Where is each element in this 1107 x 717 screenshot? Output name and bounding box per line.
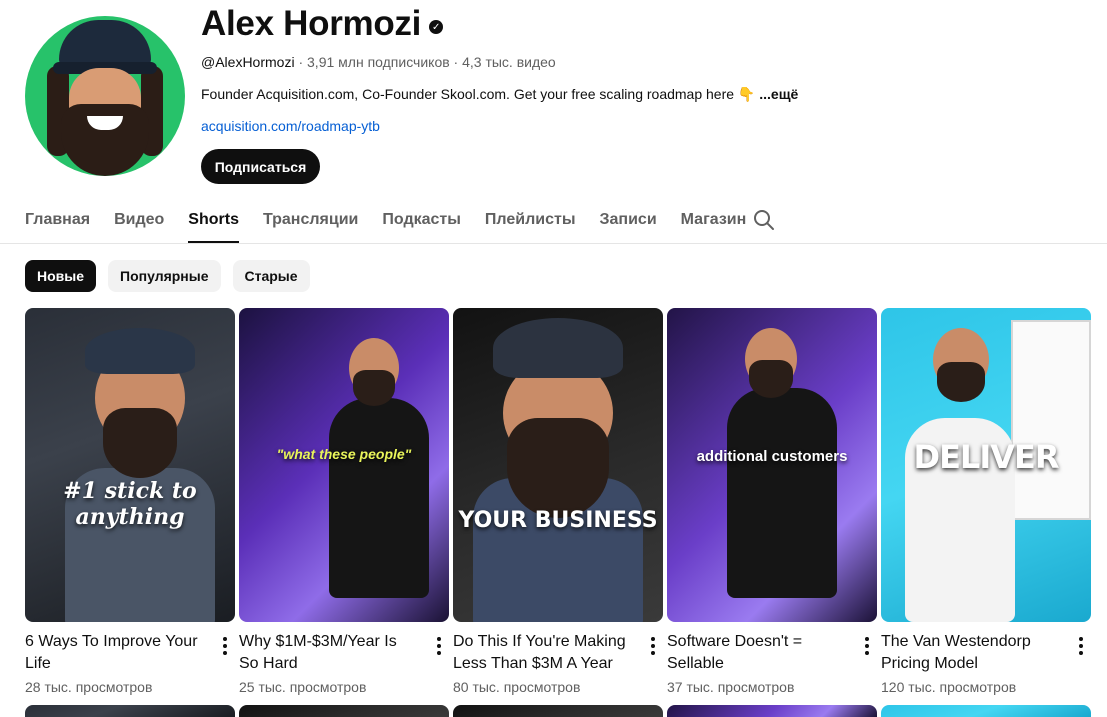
short-thumbnail[interactable]: "what these people" (239, 308, 449, 622)
channel-handle: @AlexHormozi (201, 54, 295, 70)
short-caption: DELIVER (913, 438, 1060, 476)
channel-meta: @AlexHormozi · 3,91 млн подписчиков · 4,… (201, 54, 556, 70)
short-card[interactable]: DELIVER The Van Westendorp Pricing Model… (881, 308, 1091, 695)
more-button[interactable]: ...ещё (759, 86, 798, 102)
channel-name: Alex Hormozi ✓ (201, 4, 444, 44)
short-thumbnail[interactable]: YOUR BUSINESS (453, 308, 663, 622)
short-views: 80 тыс. просмотров (453, 679, 581, 695)
short-views: 25 тыс. просмотров (239, 679, 367, 695)
more-vert-icon[interactable] (1071, 631, 1091, 675)
channel-link[interactable]: acquisition.com/roadmap-ytb (201, 118, 380, 134)
tab-3[interactable]: Трансляции (263, 198, 358, 243)
short-thumbnail[interactable]: #1 stick to anything (25, 308, 235, 622)
shorts-grid: #1 stick to anything 6 Ways To Improve Y… (25, 308, 1091, 695)
short-thumbnail[interactable]: additional customers (667, 308, 877, 622)
short-views: 120 тыс. просмотров (881, 679, 1017, 695)
shorts-grid-row-2 (25, 705, 1091, 717)
more-vert-icon[interactable] (857, 631, 877, 675)
short-thumbnail[interactable] (453, 705, 663, 717)
tab-0[interactable]: Главная (25, 198, 90, 243)
sort-chip[interactable]: Старые (232, 260, 310, 292)
whiteboard (1011, 320, 1091, 520)
channel-avatar[interactable] (25, 16, 185, 176)
more-vert-icon[interactable] (643, 631, 663, 675)
short-thumbnail[interactable] (667, 705, 877, 717)
short-thumbnail[interactable] (25, 705, 235, 717)
short-thumbnail[interactable] (881, 705, 1091, 717)
short-views: 37 тыс. просмотров (667, 679, 795, 695)
short-card[interactable]: #1 stick to anything 6 Ways To Improve Y… (25, 308, 235, 695)
channel-description[interactable]: Founder Acquisition.com, Co-Founder Skoo… (201, 86, 798, 103)
channel-stats: · 3,91 млн подписчиков · 4,3 тыс. видео (294, 54, 556, 70)
short-thumbnail[interactable] (239, 705, 449, 717)
short-caption: "what these people" (276, 446, 412, 462)
search-icon[interactable] (752, 208, 776, 232)
tab-7[interactable]: Магазин (681, 198, 747, 243)
more-vert-icon[interactable] (429, 631, 449, 675)
sort-chip[interactable]: Популярные (108, 260, 221, 292)
tab-5[interactable]: Плейлисты (485, 198, 576, 243)
short-card[interactable]: additional customers Software Doesn't = … (667, 308, 877, 695)
verified-icon: ✓ (429, 20, 444, 34)
short-views: 28 тыс. просмотров (25, 679, 153, 695)
short-title[interactable]: The Van Westendorp Pricing Model (881, 631, 1061, 675)
short-card[interactable]: "what these people" Why $1M-$3M/Year Is … (239, 308, 449, 695)
channel-name-text: Alex Hormozi (201, 4, 422, 43)
tabs-divider (0, 243, 1107, 244)
tab-4[interactable]: Подкасты (382, 198, 461, 243)
short-card[interactable]: YOUR BUSINESS Do This If You're Making L… (453, 308, 663, 695)
short-title[interactable]: Do This If You're Making Less Than $3M A… (453, 631, 633, 675)
tab-2[interactable]: Shorts (188, 198, 239, 243)
channel-description-text: Founder Acquisition.com, Co-Founder Skoo… (201, 86, 760, 102)
tab-1[interactable]: Видео (114, 198, 164, 243)
subscribe-button[interactable]: Подписаться (201, 149, 320, 184)
short-title[interactable]: 6 Ways To Improve Your Life (25, 631, 205, 675)
sort-chips: Новые Популярные Старые (25, 260, 310, 292)
short-caption: YOUR BUSINESS (458, 508, 658, 533)
channel-tabs: Главная Видео Shorts Трансляции Подкасты Плей… (25, 198, 770, 243)
short-thumbnail[interactable]: DELIVER (881, 308, 1091, 622)
more-vert-icon[interactable] (215, 631, 235, 675)
tab-6[interactable]: Записи (600, 198, 657, 243)
sort-chip[interactable]: Новые (25, 260, 97, 292)
short-caption: #1 stick to anything (63, 478, 197, 530)
short-caption: additional customers (696, 448, 848, 465)
short-title[interactable]: Software Doesn't = Sellable (667, 631, 847, 675)
short-title[interactable]: Why $1M-$3M/Year Is So Hard (239, 631, 419, 675)
